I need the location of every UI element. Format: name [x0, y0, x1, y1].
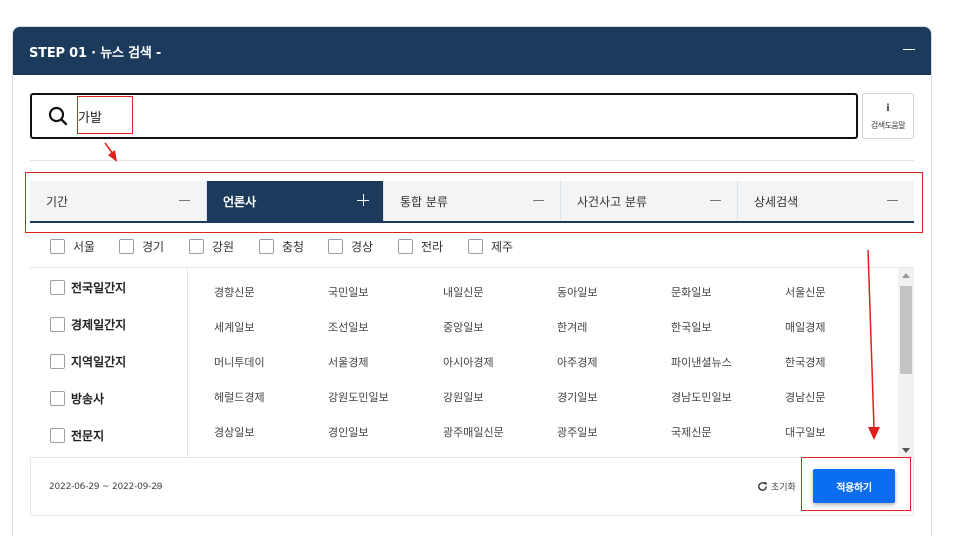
region-checkbox[interactable]: 전라 — [398, 238, 443, 254]
media-outlet[interactable]: 경상일보 — [214, 424, 254, 440]
media-outlet[interactable]: 대구일보 — [785, 424, 825, 440]
region-filter: 서울 경기 강원 충청 경상 전라 제주 — [30, 232, 914, 268]
media-outlet[interactable]: 아주경제 — [557, 354, 597, 370]
media-outlet[interactable]: 한국경제 — [785, 354, 825, 370]
media-outlet[interactable]: 파이낸셜뉴스 — [671, 354, 732, 370]
media-outlet[interactable]: 서울신문 — [785, 284, 825, 300]
checkbox[interactable] — [119, 238, 134, 254]
search-help-label: 검색도움말 — [870, 121, 906, 130]
scroll-up-icon[interactable] — [902, 273, 910, 278]
region-label: 서울 — [73, 239, 96, 254]
reset-button[interactable]: 초기화 — [757, 480, 796, 493]
panel-title: STEP 01 · 뉴스 검색 - — [29, 46, 162, 61]
panel-header: STEP 01 · 뉴스 검색 - — [13, 27, 931, 75]
media-outlet[interactable]: 머니투데이 — [214, 354, 265, 370]
scroll-thumb[interactable] — [900, 286, 912, 374]
region-checkbox[interactable]: 경기 — [119, 238, 164, 254]
media-outlet[interactable]: 강원도민일보 — [328, 389, 389, 405]
region-checkbox[interactable]: 제주 — [468, 238, 513, 254]
scroll-down-icon[interactable] — [902, 448, 910, 453]
checkbox[interactable] — [50, 390, 65, 406]
checkbox[interactable] — [259, 238, 274, 254]
category-checkbox[interactable]: 지역일간지 — [50, 353, 126, 369]
media-selection-area: 전국일간지 경제일간지 지역일간지 방송사 전문지 경향신문 국민일보 내일신문… — [30, 268, 914, 458]
category-label: 경제일간지 — [71, 317, 127, 332]
search-icon — [48, 106, 68, 126]
media-outlet[interactable]: 문화일보 — [671, 284, 711, 300]
media-outlet[interactable]: 경향신문 — [214, 284, 254, 300]
checkbox[interactable] — [50, 353, 65, 369]
refresh-icon — [758, 482, 767, 491]
region-checkbox[interactable]: 강원 — [189, 238, 234, 254]
region-checkbox[interactable]: 경상 — [328, 238, 373, 254]
media-outlet[interactable]: 매일경제 — [785, 319, 825, 335]
region-label: 충청 — [282, 239, 305, 254]
checkbox[interactable] — [50, 238, 65, 254]
date-clear-icon[interactable]: × — [154, 483, 162, 493]
media-outlet[interactable]: 국민일보 — [328, 284, 368, 300]
region-label: 제주 — [491, 239, 514, 254]
category-label: 지역일간지 — [71, 354, 127, 369]
region-label: 강원 — [212, 239, 235, 254]
media-outlet[interactable]: 서울경제 — [328, 354, 368, 370]
region-label: 경상 — [351, 239, 374, 254]
media-outlet[interactable]: 한겨레 — [557, 319, 587, 335]
media-outlet[interactable]: 광주일보 — [557, 424, 597, 440]
selected-date-range: 2022-06-29 ~ 2022-09-29 — [49, 482, 163, 492]
checkbox[interactable] — [398, 238, 413, 254]
category-label: 방송사 — [71, 391, 105, 406]
reset-label: 초기화 — [771, 483, 796, 493]
apply-annotation-box — [801, 457, 911, 511]
info-icon: i — [886, 103, 890, 114]
media-outlet[interactable]: 국제신문 — [671, 424, 711, 440]
divider — [30, 160, 914, 161]
tabs-annotation-box — [25, 172, 923, 233]
category-checkbox[interactable]: 전문지 — [50, 427, 104, 443]
media-outlet[interactable]: 경기일보 — [557, 389, 597, 405]
media-outlet[interactable]: 경남도민일보 — [671, 389, 732, 405]
media-outlet[interactable]: 경인일보 — [328, 424, 368, 440]
media-outlet[interactable]: 중앙일보 — [443, 319, 483, 335]
region-label: 경기 — [142, 239, 165, 254]
region-checkbox[interactable]: 서울 — [50, 238, 95, 254]
outlet-scrollbar[interactable] — [898, 268, 914, 458]
checkbox[interactable] — [328, 238, 343, 254]
media-category-list: 전국일간지 경제일간지 지역일간지 방송사 전문지 — [30, 268, 188, 458]
checkbox[interactable] — [189, 238, 204, 254]
category-label: 전문지 — [71, 428, 105, 443]
filter-footer: 2022-06-29 ~ 2022-09-29 × 초기화 적용하기 — [30, 458, 914, 516]
search-annotation-box — [77, 96, 133, 134]
media-outlet[interactable]: 아시아경제 — [443, 354, 494, 370]
checkbox[interactable] — [50, 427, 65, 443]
category-checkbox[interactable]: 방송사 — [50, 390, 104, 406]
category-label: 전국일간지 — [71, 280, 127, 295]
media-outlet[interactable]: 내일신문 — [443, 284, 483, 300]
media-outlet[interactable]: 조선일보 — [328, 319, 368, 335]
search-input[interactable] — [78, 105, 778, 127]
checkbox[interactable] — [50, 316, 65, 332]
collapse-icon[interactable] — [903, 49, 915, 50]
region-checkbox[interactable]: 충청 — [259, 238, 304, 254]
region-label: 전라 — [421, 239, 444, 254]
media-outlet[interactable]: 세계일보 — [214, 319, 254, 335]
search-help-button[interactable]: i 검색도움말 — [862, 93, 914, 139]
media-outlet[interactable]: 경남신문 — [785, 389, 825, 405]
checkbox[interactable] — [468, 238, 483, 254]
media-outlet[interactable]: 한국일보 — [671, 319, 711, 335]
media-outlet-grid: 경향신문 국민일보 내일신문 동아일보 문화일보 서울신문 세계일보 조선일보 … — [188, 268, 898, 458]
media-outlet[interactable]: 광주매일신문 — [443, 424, 504, 440]
search-box[interactable] — [30, 93, 858, 139]
media-outlet[interactable]: 헤럴드경제 — [214, 389, 265, 405]
media-outlet[interactable]: 강원일보 — [443, 389, 483, 405]
media-outlet[interactable]: 동아일보 — [557, 284, 597, 300]
checkbox[interactable] — [50, 279, 65, 295]
category-checkbox[interactable]: 경제일간지 — [50, 316, 126, 332]
category-checkbox[interactable]: 전국일간지 — [50, 279, 126, 295]
